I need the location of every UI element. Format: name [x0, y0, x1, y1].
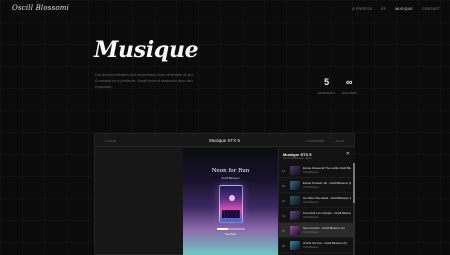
nav-item-music[interactable]: MUSIQUE: [395, 7, 413, 11]
player-actions: ↗ PARTAGER ⋯ PLUS: [305, 139, 344, 143]
track-artist: Oscill Blossom: [303, 246, 319, 249]
track-name: Neon for Run - Oscill Blossom (b): [303, 226, 345, 230]
music-player: ≡ LISTE Musique STX 9 ↗ PARTAGER ⋯ PLUS …: [94, 133, 355, 255]
nav-item-ep[interactable]: EP: [381, 7, 386, 11]
track-artist: Oscill Blossom: [303, 201, 319, 204]
track-name: Ice Often The Island - Oscill Blossom (b…: [303, 196, 351, 200]
track-number: 04: [282, 214, 286, 218]
track-row[interactable]: 04 Front Hair Lux Cylinder - Oscill Bloss…: [279, 208, 354, 223]
close-icon[interactable]: ✕: [346, 151, 350, 157]
track-thumbnail: [290, 241, 300, 250]
now-playing-panel: Neon for Run Oscill Blossom Stop/Start: [183, 148, 278, 255]
stat-tracks: 5 MORCEAUX: [318, 77, 335, 95]
share-button[interactable]: ↗ PARTAGER: [305, 139, 324, 143]
brand-logo[interactable]: Oscill Blossomi: [12, 4, 69, 12]
track-artist: Oscill Blossom: [303, 216, 319, 219]
track-thumbnail: [290, 166, 300, 175]
track-number: 06: [282, 244, 286, 248]
track-number: 03: [282, 199, 286, 203]
track-number: 01: [282, 169, 286, 173]
track-row[interactable]: 06 Orchid Gin Fox - Oscill Blossom (b) Osc…: [279, 238, 354, 253]
track-row[interactable]: 02 Ecrute Thoracic Jar - Oscill Blossom (…: [279, 178, 354, 193]
track-thumbnail: [290, 226, 300, 235]
track-name: Ecrute Thoracic Jar - Oscill Blossom (b): [303, 181, 351, 185]
stat-label: MORCEAUX: [318, 91, 336, 95]
track-thumbnail: [290, 211, 300, 220]
track-name: Ecrute Graves Et The Lucille Oscill Blos…: [303, 166, 351, 170]
track-list: 01 Ecrute Graves Et The Lucille Oscill Bl…: [279, 163, 354, 253]
track-thumbnail: [290, 181, 300, 190]
track-number: 05: [282, 229, 286, 233]
city-skyline: [222, 210, 240, 218]
track-artist: Oscill Blossom: [303, 186, 319, 189]
more-button[interactable]: ⋯ PLUS: [332, 139, 344, 143]
track-artist: Oscill Blossom: [303, 231, 319, 234]
moon-shape: [229, 195, 235, 201]
track-name: Orchid Gin Fox - Oscill Blossom (b): [303, 241, 347, 245]
top-bar: Oscill Blossomi À PROPOS EP MUSIQUE CONT…: [0, 0, 450, 20]
track-thumbnail: [290, 196, 300, 205]
scrollbar-thumb[interactable]: [353, 163, 355, 203]
stat-plays: ∞ ÉCOUTES: [342, 77, 357, 95]
main-nav: À PROPOS EP MUSIQUE CONTACT: [352, 7, 440, 11]
nav-item-contact[interactable]: CONTACT: [422, 7, 440, 11]
track-name: Front Hair Lux Cylinder - Oscill Blossom…: [303, 211, 351, 215]
now-playing-title: Neon for Run: [211, 168, 250, 174]
playlist-subtitle: par Oscill Blossom · 2k23: [283, 157, 312, 160]
nav-item-about[interactable]: À PROPOS: [352, 7, 372, 11]
progress-bar[interactable]: [217, 228, 245, 230]
hero-description: Les douces mélodies sont empreintes d'un…: [95, 73, 194, 89]
now-playing-artist: Oscill Blossom: [221, 176, 240, 180]
track-row[interactable]: 01 Ecrute Graves Et The Lucille Oscill Bl…: [279, 163, 354, 178]
album-cover[interactable]: [219, 185, 243, 223]
player-header: ≡ LISTE Musique STX 9 ↗ PARTAGER ⋯ PLUS: [95, 134, 354, 147]
track-artist: Oscill Blossom: [303, 171, 319, 174]
page-title: Musique: [94, 37, 199, 63]
progress-fill: [217, 228, 229, 230]
playlist-scrollbar[interactable]: [353, 163, 355, 255]
playlist-panel: Musique STX 9 par Oscill Blossom · 2k23 …: [278, 148, 355, 255]
stat-label: ÉCOUTES: [342, 91, 357, 95]
stat-value: ∞: [346, 77, 353, 87]
track-number: 02: [282, 184, 286, 188]
play-pause-label[interactable]: Stop/Start: [183, 233, 278, 236]
track-row[interactable]: 03 Ice Often The Island - Oscill Blossom …: [279, 193, 354, 208]
stat-value: 5: [324, 77, 330, 87]
track-row[interactable]: 05 Neon for Run - Oscill Blossom (b) Oscil…: [279, 223, 354, 238]
